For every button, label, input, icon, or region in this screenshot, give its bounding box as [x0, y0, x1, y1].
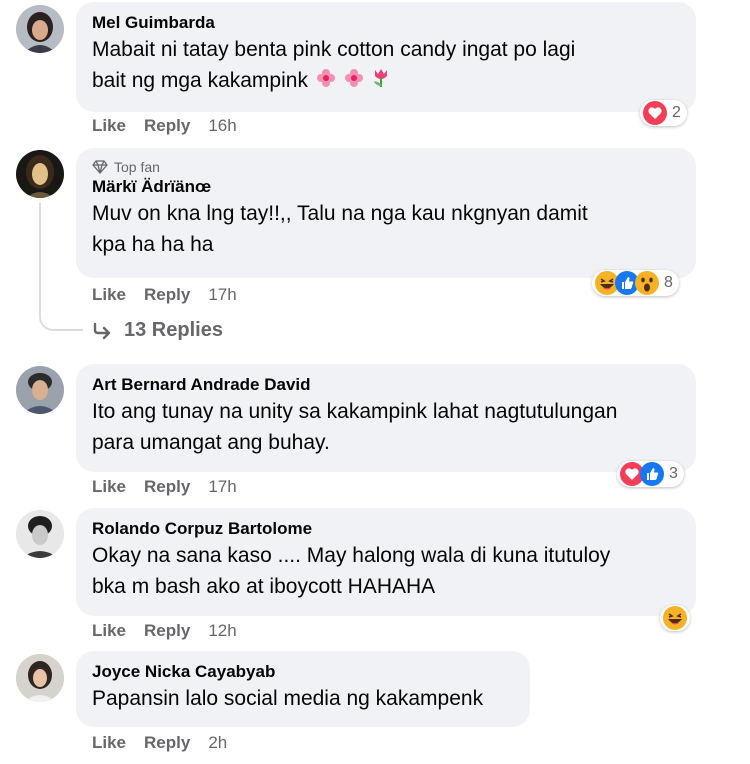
- comment-bubble: Art Bernard Andrade David Ito ang tunay …: [76, 364, 696, 472]
- reply-button[interactable]: Reply: [144, 477, 190, 497]
- reply-button[interactable]: Reply: [144, 733, 190, 753]
- comment-timestamp[interactable]: 17h: [208, 477, 236, 497]
- like-button[interactable]: Like: [92, 621, 126, 641]
- haha-reaction-icon: [663, 606, 687, 630]
- view-replies-link[interactable]: 13 Replies: [92, 319, 223, 342]
- commenter-name[interactable]: Mel Guimbarda: [92, 12, 680, 34]
- commenter-name[interactable]: Joyce Nicka Cayabyab: [92, 661, 514, 683]
- reaction-count: 3: [669, 465, 678, 482]
- diamond-icon: [92, 160, 108, 174]
- comment-bubble: Top fan Märkï Ädrïänœ Muv on kna lng tay…: [76, 148, 696, 278]
- comment-timestamp[interactable]: 17h: [208, 285, 236, 305]
- comment-text-line: Okay na sana kaso .... May halong wala d…: [92, 544, 611, 567]
- top-fan-badge: Top fan: [92, 158, 680, 176]
- reply-arrow-icon: [93, 322, 111, 339]
- comment-actions: Like Reply 17h: [92, 477, 237, 497]
- comment-bubble: Rolando Corpuz Bartolome Okay na sana ka…: [76, 508, 696, 616]
- comment-bubble: Mel Guimbarda Mabait ni tatay benta pink…: [76, 2, 696, 112]
- commenter-name[interactable]: Rolando Corpuz Bartolome: [92, 518, 680, 540]
- comment-text-line: Mabait ni tatay benta pink cotton candy …: [92, 38, 576, 61]
- avatar[interactable]: [16, 5, 64, 53]
- pink-flower-icon: [344, 66, 364, 97]
- comment-text-line: Ito ang tunay na unity sa kakampink laha…: [92, 400, 618, 423]
- like-button[interactable]: Like: [92, 116, 126, 136]
- commenter-name[interactable]: Märkï Ädrïänœ: [92, 176, 680, 198]
- comment-timestamp[interactable]: 12h: [208, 621, 236, 641]
- wow-reaction-icon: [635, 271, 659, 295]
- avatar[interactable]: [16, 654, 64, 702]
- comment-actions: Like Reply 17h: [92, 285, 237, 305]
- reaction-summary[interactable]: [660, 605, 690, 631]
- pink-flower-icon: [316, 66, 336, 97]
- avatar[interactable]: [16, 510, 64, 558]
- comment-actions: Like Reply 2h: [92, 733, 227, 753]
- comment-timestamp[interactable]: 16h: [208, 116, 236, 136]
- reply-button[interactable]: Reply: [144, 285, 190, 305]
- avatar[interactable]: [16, 366, 64, 414]
- like-button[interactable]: Like: [92, 285, 126, 305]
- comment-text-line: Papansin lalo social media ng kakampenk: [92, 687, 484, 710]
- reaction-summary[interactable]: 2: [640, 100, 687, 126]
- comment-text-line: Muv on kna lng tay!!,, Talu na nga kau n…: [92, 202, 588, 225]
- avatar[interactable]: [16, 150, 64, 198]
- like-button[interactable]: Like: [92, 477, 126, 497]
- reaction-count: 8: [664, 274, 673, 291]
- comment-text-line: kpa ha ha ha: [92, 233, 214, 256]
- reaction-count: 2: [672, 104, 681, 121]
- comment-timestamp[interactable]: 2h: [208, 733, 227, 753]
- comment-text-line: bka m bash ako at iboycott HAHAHA: [92, 575, 436, 598]
- reaction-summary[interactable]: 3: [617, 461, 684, 487]
- reply-button[interactable]: Reply: [144, 116, 190, 136]
- top-fan-label: Top fan: [114, 159, 160, 175]
- comment-bubble: Joyce Nicka Cayabyab Papansin lalo socia…: [76, 651, 530, 727]
- like-button[interactable]: Like: [92, 733, 126, 753]
- like-reaction-icon: [640, 462, 664, 486]
- comment-actions: Like Reply 16h: [92, 116, 237, 136]
- comment-text-line: para umangat ang buhay.: [92, 431, 330, 454]
- commenter-name[interactable]: Art Bernard Andrade David: [92, 374, 680, 396]
- comment-text-line: bait ng mga kakampink: [92, 65, 680, 97]
- comment-actions: Like Reply 12h: [92, 621, 237, 641]
- love-reaction-icon: [643, 101, 667, 125]
- replies-count-label: 13 Replies: [124, 319, 223, 341]
- reply-button[interactable]: Reply: [144, 621, 190, 641]
- reaction-summary[interactable]: 8: [592, 270, 679, 296]
- tulip-icon: [371, 66, 391, 97]
